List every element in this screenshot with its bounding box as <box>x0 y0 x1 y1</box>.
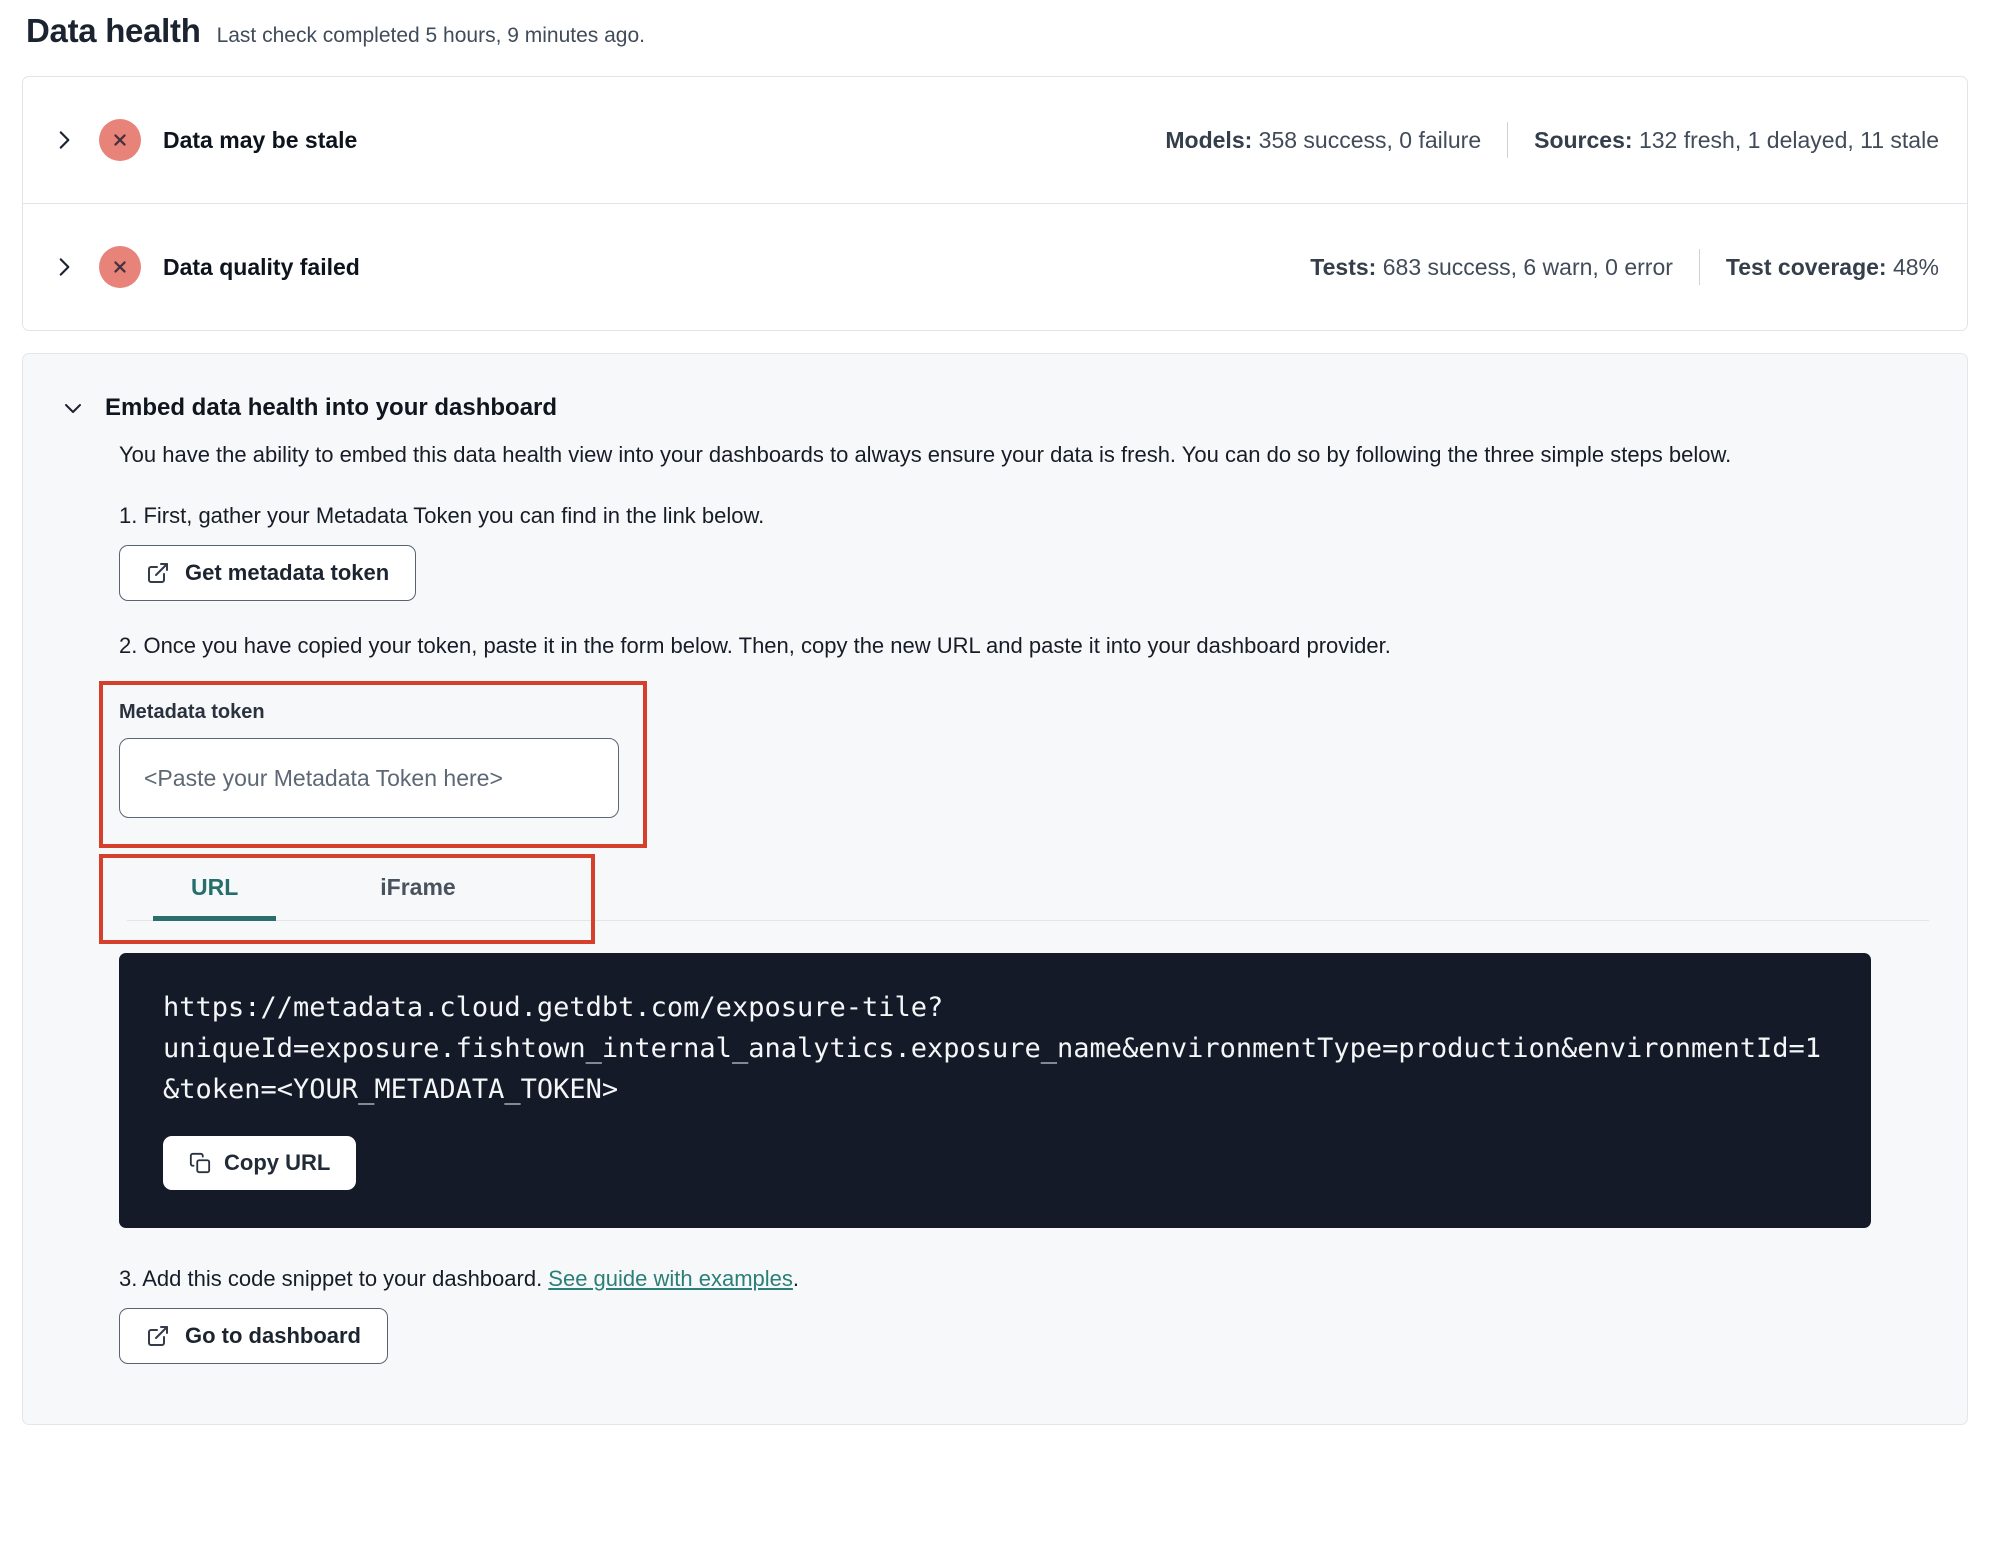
quality-status-label: Data quality failed <box>163 253 360 280</box>
copy-url-button[interactable]: Copy URL <box>163 1136 357 1190</box>
external-link-icon <box>148 563 168 583</box>
tab-bar: URL iFrame <box>127 856 1929 921</box>
get-metadata-token-label: Get metadata token <box>185 560 390 585</box>
embed-url-code-block: https://metadata.cloud.getdbt.com/exposu… <box>119 953 1871 1228</box>
page-header: Data health Last check completed 5 hours… <box>22 12 1968 50</box>
coverage-stat: Test coverage: 48% <box>1726 254 1939 281</box>
last-check-status: Last check completed 5 hours, 9 minutes … <box>216 24 645 47</box>
embed-section-body: You have the ability to embed this data … <box>99 438 1929 1364</box>
coverage-stat-value: 48% <box>1892 253 1939 280</box>
models-stat: Models: 358 success, 0 failure <box>1165 127 1481 154</box>
data-health-page: Data health Last check completed 5 hours… <box>0 0 1990 1425</box>
tab-iframe[interactable]: iFrame <box>342 856 493 921</box>
step-1-text: 1. First, gather your Metadata Token you… <box>119 503 765 528</box>
go-to-dashboard-button[interactable]: Go to dashboard <box>119 1308 388 1364</box>
coverage-stat-label: Test coverage: <box>1725 253 1887 280</box>
chevron-right-icon[interactable] <box>51 127 77 153</box>
freshness-stats: Models: 358 success, 0 failure Sources: … <box>1165 122 1939 158</box>
freshness-status-label: Data may be stale <box>163 126 358 153</box>
freshness-status-row[interactable]: Data may be stale Models: 358 success, 0… <box>22 76 1968 204</box>
chevron-down-icon[interactable] <box>61 396 85 420</box>
status-cards: Data may be stale Models: 358 success, 0… <box>22 76 1968 331</box>
tab-url[interactable]: URL <box>153 856 276 921</box>
step-2-text: 2. Once you have copied your token, past… <box>119 633 1391 658</box>
guide-examples-link[interactable]: See guide with examples <box>548 1266 793 1291</box>
copy-icon <box>189 1152 211 1174</box>
models-stat-value: 358 success, 0 failure <box>1258 126 1482 153</box>
models-stat-label: Models: <box>1165 126 1253 153</box>
metadata-token-annotation-box: Metadata token <box>99 681 647 848</box>
embed-section: Embed data health into your dashboard Yo… <box>22 353 1968 1425</box>
tests-stat: Tests: 683 success, 6 warn, 0 error <box>1310 254 1673 281</box>
embed-section-title: Embed data health into your dashboard <box>105 394 558 421</box>
get-metadata-token-button[interactable]: Get metadata token <box>119 545 417 601</box>
step-3-text: 3. Add this code snippet to your dashboa… <box>119 1266 1929 1292</box>
metadata-token-label: Metadata token <box>119 701 265 723</box>
stat-divider <box>1507 122 1509 158</box>
error-x-circle-icon <box>99 119 141 161</box>
tests-stat-value: 683 success, 6 warn, 0 error <box>1382 253 1673 280</box>
embed-section-header[interactable]: Embed data health into your dashboard <box>61 394 1929 422</box>
copy-url-label: Copy URL <box>224 1150 331 1175</box>
quality-status-row[interactable]: Data quality failed Tests: 683 success, … <box>22 203 1968 331</box>
error-x-circle-icon <box>99 246 141 288</box>
quality-stats: Tests: 683 success, 6 warn, 0 error Test… <box>1310 249 1939 285</box>
sources-stat-value: 132 fresh, 1 delayed, 11 stale <box>1638 126 1939 153</box>
external-link-icon <box>148 1326 168 1346</box>
tests-stat-label: Tests: <box>1310 253 1377 280</box>
sources-stat: Sources: 132 fresh, 1 delayed, 11 stale <box>1534 127 1939 154</box>
sources-stat-label: Sources: <box>1534 126 1633 153</box>
output-tabs: URL iFrame <box>99 854 1929 944</box>
embed-url-text: https://metadata.cloud.getdbt.com/exposu… <box>163 992 1822 1105</box>
page-title: Data health <box>26 12 201 49</box>
step-3-prefix: 3. Add this code snippet to your dashboa… <box>119 1266 549 1291</box>
go-to-dashboard-label: Go to dashboard <box>185 1323 361 1348</box>
stat-divider <box>1698 249 1700 285</box>
embed-description: You have the ability to embed this data … <box>119 442 1732 467</box>
step-3-suffix: . <box>792 1266 800 1291</box>
chevron-right-icon[interactable] <box>51 254 77 280</box>
metadata-token-input[interactable] <box>119 738 619 818</box>
